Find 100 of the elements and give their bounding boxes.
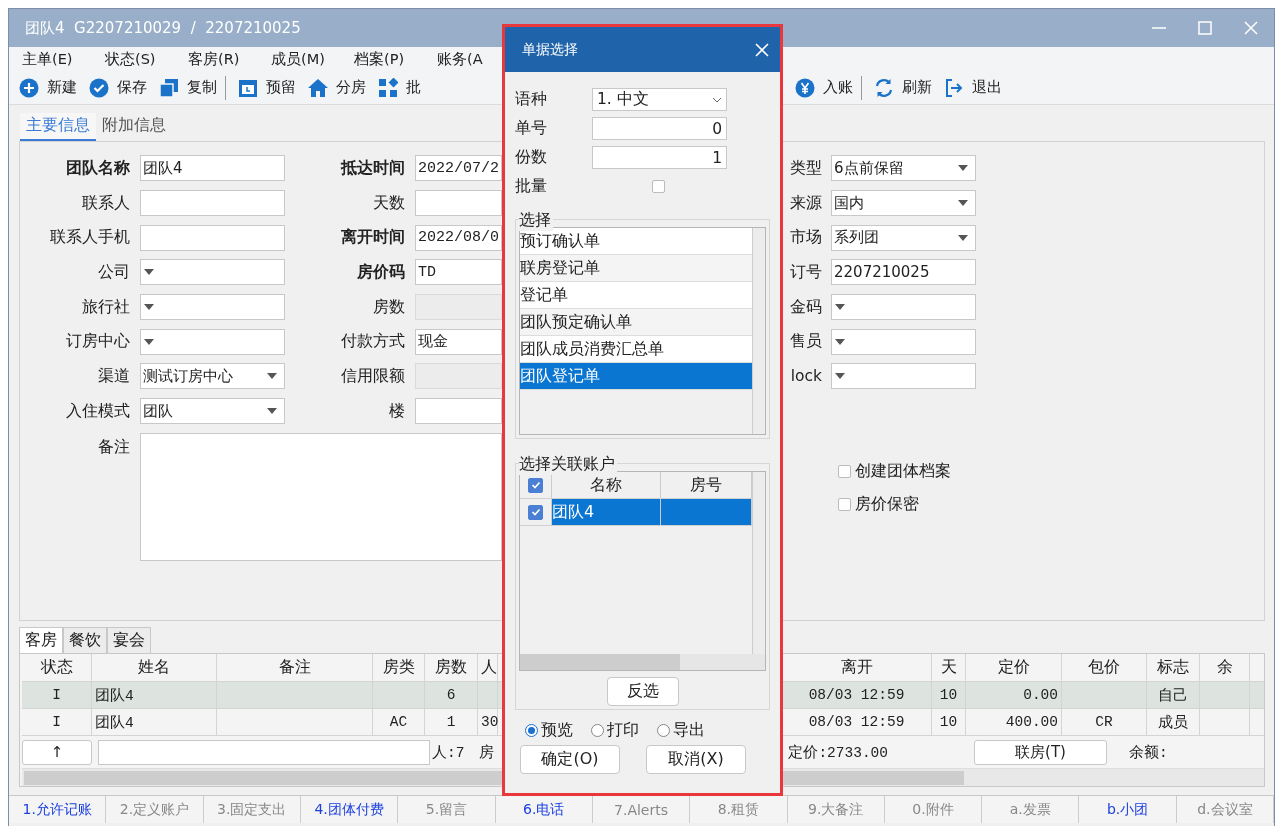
table-cell: 400.00 [966,709,1062,735]
input-field[interactable] [98,739,430,765]
dropdown[interactable]: 系列团 [831,224,976,251]
radio-option[interactable]: 打印 [591,720,639,741]
text-field[interactable]: TD [415,259,502,286]
number-field[interactable]: 0 [592,117,727,140]
field-label: lock [789,367,822,386]
tab[interactable]: 主要信息 [20,113,96,141]
toolbar-button[interactable]: 保存 [83,75,153,100]
text-field[interactable] [140,224,285,251]
dropdown[interactable] [140,294,285,321]
dropdown[interactable]: 团队 [140,398,285,425]
column-text: 房 [479,743,495,762]
dropdown[interactable]: 6点前保留 [831,155,976,182]
menu-item[interactable]: 客房(R) [188,49,271,69]
toolbar-button[interactable]: 分房 [302,75,372,100]
menu-item[interactable]: 档案(P) [354,49,437,69]
number-field[interactable]: 1 [592,146,727,169]
scrollbar[interactable] [752,472,765,654]
table-cell[interactable]: 团队4 [552,499,661,525]
dropdown[interactable] [140,259,285,286]
menu-item[interactable]: 主单(E) [22,49,105,69]
menu-item[interactable]: 状态(S) [105,49,188,69]
text-field[interactable]: 2022/07/2 [415,155,502,182]
radio-option[interactable]: 导出 [657,720,705,741]
table-cell: 自己 [1147,682,1200,708]
home-icon [308,77,328,98]
field-label: 离开时间 [340,227,405,249]
close-icon[interactable] [754,41,770,58]
radio-option[interactable]: 预览 [525,720,573,741]
tab[interactable]: 餐饮 [63,627,107,653]
column-header: 姓名 [92,654,217,681]
text-field[interactable] [415,190,502,217]
invert-selection-button[interactable]: 反选 [606,677,679,706]
text-field[interactable] [415,294,502,321]
list-item[interactable]: 预订确认单 [520,228,752,255]
field-label: 订号 [789,261,822,283]
field-label: 信用限额 [340,365,405,387]
text-field[interactable] [415,398,502,425]
toolbar-button[interactable]: 批 [372,75,427,100]
list-item[interactable]: 团队登记单 [520,363,752,390]
ok-button[interactable]: 确定(O) [520,745,620,774]
table-cell: 团队4 [92,709,217,735]
tab[interactable]: 客房 [19,627,63,653]
checkbox[interactable] [838,464,851,478]
checkbox[interactable] [652,180,665,193]
field-label: 房数 [372,296,405,318]
function-tab[interactable]: b.小团 [1079,796,1177,823]
scrollbar[interactable] [752,228,765,434]
group-title: 选择 [519,210,553,231]
dropdown[interactable]: 国内 [831,190,976,217]
text-field[interactable]: 2022/08/0 [415,224,502,251]
text-field[interactable]: 2207210025 [831,259,976,286]
menu-item[interactable]: 成员(M) [271,49,354,69]
function-tab[interactable]: 4.团体付费 [300,796,399,823]
field-label: 金码 [789,296,822,318]
text-field[interactable]: 现金 [415,328,502,355]
toolbar-button[interactable]: 入账 [789,75,862,100]
dropdown[interactable]: 测试订房中心 [140,363,285,390]
checkbox[interactable] [528,504,543,520]
tab[interactable]: 附加信息 [96,113,172,141]
dropdown[interactable] [831,328,976,355]
toolbar-button[interactable]: 复制 [153,75,226,100]
list-item[interactable]: 联房登记单 [520,255,752,282]
remarks-field[interactable] [140,432,502,561]
text-field[interactable]: 团队4 [140,155,285,182]
table-cell: 10 [932,682,966,708]
table-cell: 30 [478,709,498,735]
refresh-icon [874,77,894,98]
link-rooms-button[interactable]: 联房(T) [974,739,1108,765]
column-header: 包价 [1062,654,1147,681]
list-item[interactable]: 登记单 [520,282,752,309]
text-field[interactable] [140,190,285,217]
dropdown[interactable] [831,294,976,321]
toolbar-button[interactable]: 退出 [938,75,1008,100]
field-label: 市场 [789,227,822,249]
exit-icon [944,77,964,98]
table-cell[interactable] [661,499,752,525]
list-item[interactable]: 团队预定确认单 [520,309,752,336]
checkbox[interactable] [838,497,851,511]
caret-icon [266,407,278,416]
balance-label: 余额: [1129,743,1168,762]
check-icon [89,77,109,98]
dropdown[interactable]: 1. 中文 [592,88,727,111]
cancel-button[interactable]: 取消(X) [646,745,746,774]
up-button[interactable]: ↑ [22,739,92,765]
table-cell: AC [373,709,425,735]
field-label: 房价码 [356,261,405,283]
tab[interactable]: 宴会 [107,627,151,653]
scrollbar[interactable] [520,654,680,670]
toolbar-button[interactable]: 预留 [232,75,302,100]
text-field[interactable] [415,363,502,390]
checkbox[interactable] [528,477,543,493]
toolbar-button[interactable]: 新建 [13,75,83,100]
field-label: 订房中心 [65,331,130,353]
dropdown[interactable] [831,363,976,390]
toolbar-button[interactable]: 刷新 [868,75,938,100]
function-tab[interactable]: 1.允许记账 [9,796,107,823]
list-item[interactable]: 团队成员消费汇总单 [520,336,752,363]
dropdown[interactable] [140,328,285,355]
